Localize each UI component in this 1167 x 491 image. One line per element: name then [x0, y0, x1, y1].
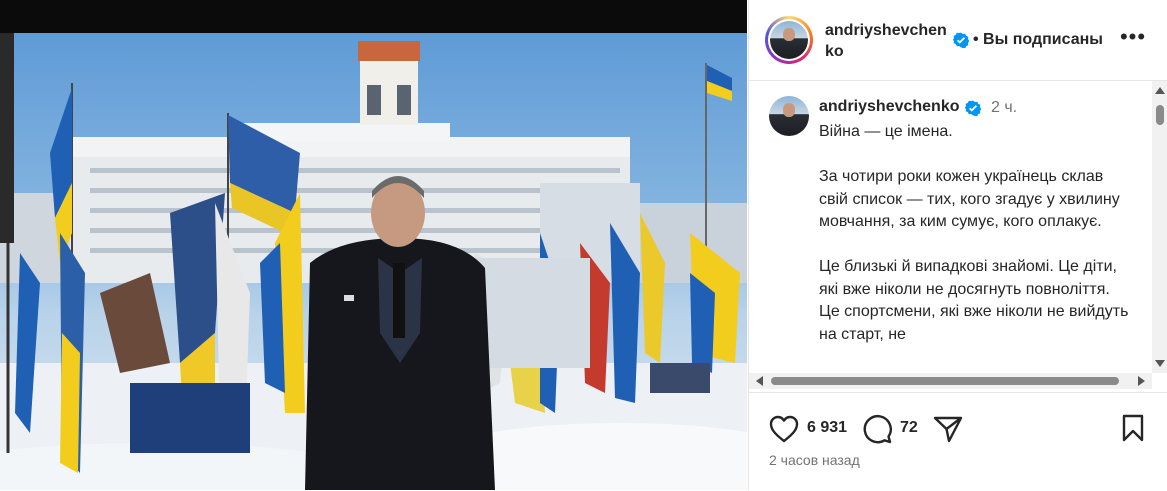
username-line-2: ko [825, 43, 844, 60]
bookmark-icon[interactable] [1121, 414, 1145, 447]
author-avatar-story-ring[interactable] [765, 16, 813, 64]
verified-badge-icon [964, 100, 982, 117]
more-options-button[interactable]: ••• [1119, 26, 1147, 50]
scrollbar-thumb[interactable] [1156, 105, 1164, 125]
post-header: andriyshevchen ko • Вы подписаны ••• [749, 0, 1167, 81]
username-line-1: andriyshevchen [825, 22, 947, 39]
scroll-down-arrow-icon[interactable] [1155, 360, 1165, 367]
scroll-left-arrow-icon[interactable] [756, 376, 763, 386]
following-status[interactable]: • Вы подписаны [973, 31, 1103, 49]
caption-paragraph: Це близькі й випадкові знайомі. Це діти,… [819, 258, 1129, 343]
post-media-pane [0, 0, 747, 490]
post-actions-bar: 6 931 72 2 часов назад [749, 392, 1167, 491]
caption-paragraph: Війна — це імена. [819, 123, 953, 140]
posted-time[interactable]: 2 часов назад [769, 452, 860, 468]
avatar[interactable] [769, 96, 809, 136]
post-photo[interactable] [0, 33, 747, 490]
likes-count[interactable]: 6 931 [807, 419, 847, 437]
comments-count[interactable]: 72 [900, 419, 918, 437]
caption-time[interactable]: 2 ч. [991, 99, 1017, 117]
verified-badge-icon [952, 32, 970, 49]
comment-icon[interactable] [862, 414, 892, 449]
memorial-photo-illustration [0, 33, 747, 490]
caption-username[interactable]: andriyshevchenko [819, 98, 960, 116]
horizontal-scrollbar[interactable] [749, 373, 1152, 389]
share-icon[interactable] [933, 415, 963, 448]
caption-text: Війна — це імена. За чотири роки кожен у… [819, 121, 1131, 369]
scroll-up-arrow-icon[interactable] [1155, 87, 1165, 94]
avatar [770, 21, 808, 59]
post-sidebar: andriyshevchen ko • Вы подписаны ••• and… [748, 0, 1167, 490]
author-username-link[interactable]: andriyshevchen ko [825, 20, 960, 62]
heart-icon[interactable] [769, 415, 799, 448]
vertical-scrollbar[interactable] [1152, 81, 1167, 373]
scrollbar-thumb[interactable] [771, 377, 1119, 385]
caption-scroll-area[interactable]: andriyshevchenko 2 ч. Війна — це імена. … [749, 81, 1167, 392]
scroll-right-arrow-icon[interactable] [1138, 376, 1145, 386]
caption-paragraph: За чотири роки кожен українець склав сві… [819, 168, 1120, 230]
